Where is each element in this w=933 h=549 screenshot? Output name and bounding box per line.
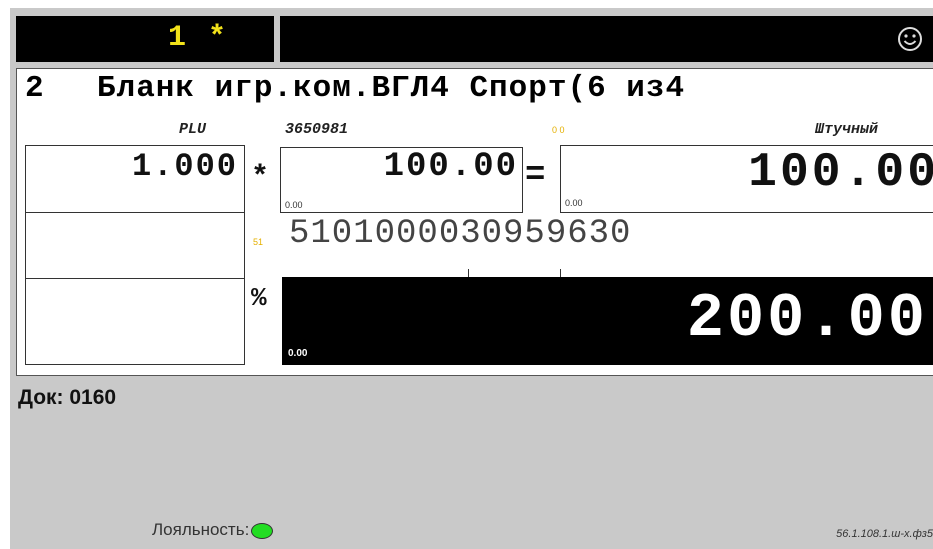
left-empty-box-1: [25, 212, 245, 279]
price-small: 0.00: [285, 200, 303, 210]
indicator: 0 0: [552, 125, 565, 135]
item-panel: 2 Бланк игр.ком.ВГЛ4 Спорт(6 из4 PLU 3650…: [16, 68, 933, 376]
total-bar: 200.00 0.00: [282, 277, 933, 365]
multiply-sign: *: [251, 161, 270, 195]
percent-sign: %: [251, 283, 267, 313]
plu-code: 3650981: [285, 121, 349, 138]
sum-value: 100.00: [748, 146, 933, 200]
barcode-tag: 51: [253, 237, 264, 247]
left-empty-box-2: [25, 278, 245, 365]
loyalty-status: Лояльность:: [152, 520, 274, 540]
barcode-value: 5101000030959630: [289, 215, 632, 253]
register-number: 1 *: [168, 21, 229, 55]
equals-sign: =: [525, 157, 546, 195]
quantity-box[interactable]: 1.000: [25, 145, 245, 213]
version-label: 56.1.108.1.ш-х.фз5: [836, 528, 933, 540]
price-value: 100.00: [383, 148, 518, 186]
sum-box[interactable]: 100.00 0.00: [560, 145, 933, 213]
loyalty-label: Лояльность:: [152, 520, 250, 539]
loyalty-indicator-icon: [251, 522, 274, 539]
tick-mark: [468, 269, 469, 277]
smile-icon: [898, 27, 922, 51]
item-index: 2: [25, 71, 45, 106]
total-small: 0.00: [288, 348, 308, 359]
document-number: Док: 0160: [18, 386, 117, 409]
price-box[interactable]: 100.00 0.00: [280, 147, 523, 213]
register-cell: 1 *: [16, 16, 274, 62]
total-value: 200.00: [686, 283, 928, 354]
mode-label: Штучный: [815, 121, 879, 138]
item-title-row: 2 Бланк игр.ком.ВГЛ4 Спорт(6 из4: [25, 71, 685, 106]
quantity-value: 1.000: [131, 148, 238, 185]
tick-mark: [560, 269, 561, 277]
status-cell: [280, 16, 933, 62]
top-bar: 1 *: [10, 8, 933, 66]
plu-label: PLU: [179, 121, 207, 138]
sum-small: 0.00: [565, 198, 583, 208]
cash-register-screen: 1 * 2 Бланк игр.ком.ВГЛ4 Спорт(6 из4 PLU …: [10, 8, 933, 549]
item-title: Бланк игр.ком.ВГЛ4 Спорт(6 из4: [97, 71, 686, 106]
